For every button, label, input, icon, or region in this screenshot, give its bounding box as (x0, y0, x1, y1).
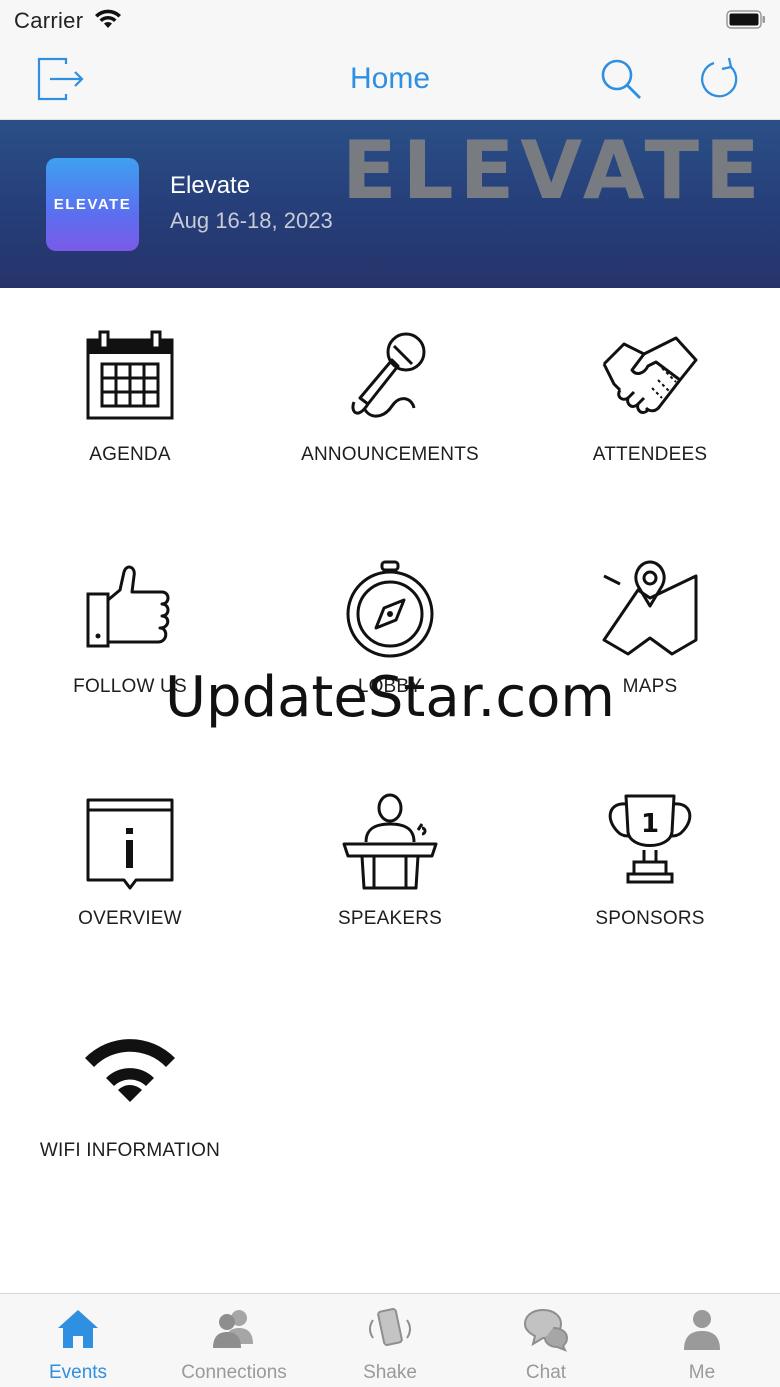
wifi-icon (80, 1024, 180, 1124)
chat-bubbles-icon (523, 1306, 569, 1352)
event-name: Elevate (170, 172, 251, 199)
tab-connections[interactable]: Connections (156, 1294, 312, 1387)
event-logo-text: ELEVATE (53, 196, 132, 213)
menu-item-agenda[interactable]: AGENDA (0, 288, 260, 520)
banner-wordmark: ELEVATE (342, 124, 766, 217)
tab-me[interactable]: Me (624, 1294, 780, 1387)
menu-item-label: OVERVIEW (78, 908, 182, 929)
refresh-icon (701, 57, 738, 98)
microphone-icon (340, 328, 440, 428)
watermark: UpdateStar.com (165, 665, 615, 730)
menu-item-announcements[interactable]: ANNOUNCEMENTS (260, 288, 520, 520)
carrier-label: Carrier (14, 8, 84, 33)
tab-bar: Events Connections Shake Chat Me (0, 1293, 780, 1387)
handshake-icon (600, 328, 700, 428)
tab-chat[interactable]: Chat (468, 1294, 624, 1387)
search-button[interactable] (596, 54, 646, 104)
tab-shake[interactable]: Shake (312, 1294, 468, 1387)
svg-text:1: 1 (641, 809, 659, 839)
compass-icon (340, 560, 440, 660)
thumbs-up-icon (80, 560, 180, 660)
menu-item-wifi-information[interactable]: WIFI INFORMATION (0, 984, 260, 1216)
battery-icon (726, 10, 766, 29)
tab-label: Connections (181, 1362, 287, 1383)
menu-item-sponsors[interactable]: 1 SPONSORS (520, 752, 780, 984)
calendar-icon (80, 328, 180, 428)
tab-label: Me (688, 1362, 716, 1383)
tab-label: Chat (525, 1362, 567, 1383)
map-icon (600, 560, 700, 660)
menu-item-label: AGENDA (89, 444, 171, 465)
tab-events[interactable]: Events (0, 1294, 156, 1387)
person-icon (679, 1306, 725, 1352)
menu-item-label: SPONSORS (595, 908, 705, 929)
menu-item-label: ANNOUNCEMENTS (301, 444, 479, 465)
podium-icon (340, 792, 440, 892)
menu-item-label: ATTENDEES (592, 444, 708, 465)
refresh-button[interactable] (696, 54, 746, 104)
search-icon (601, 59, 641, 99)
trophy-icon: 1 (600, 792, 700, 892)
info-icon (80, 792, 180, 892)
navigation-bar: Home (0, 40, 780, 120)
event-dates: Aug 16-18, 2023 (170, 208, 333, 233)
event-banner[interactable]: ELEVATE ELEVATE Elevate Aug 16-18, 2023 (0, 120, 780, 288)
menu-item-label: WIFI INFORMATION (39, 1140, 221, 1161)
people-icon (211, 1306, 257, 1352)
tab-label: Events (48, 1362, 108, 1383)
menu-item-speakers[interactable]: SPEAKERS (260, 752, 520, 984)
menu-item-overview[interactable]: OVERVIEW (0, 752, 260, 984)
menu-item-attendees[interactable]: ATTENDEES (520, 288, 780, 520)
event-logo: ELEVATE (46, 158, 139, 251)
home-icon (55, 1306, 101, 1352)
page-title: Home (349, 62, 431, 95)
menu-item-label: SPEAKERS (337, 908, 443, 929)
shake-phone-icon (367, 1306, 413, 1352)
status-bar: Carrier (0, 0, 780, 40)
wifi-status-icon (94, 8, 122, 30)
tab-label: Shake (363, 1362, 417, 1383)
